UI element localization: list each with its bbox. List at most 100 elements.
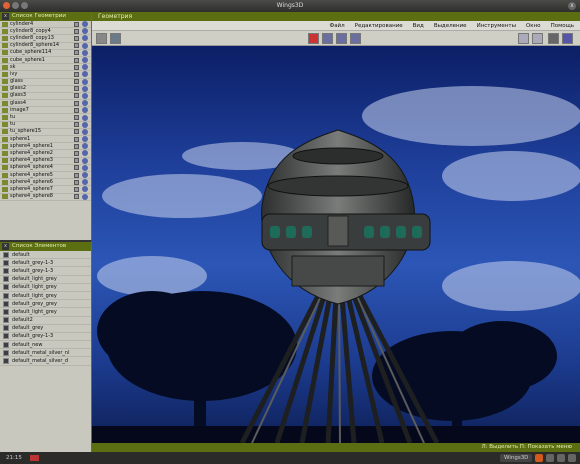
material-list-item[interactable]: default_grey_grey — [0, 300, 91, 309]
lock-icon[interactable] — [74, 35, 79, 41]
lock-icon[interactable] — [74, 122, 79, 128]
menu-item[interactable]: Выделение — [434, 21, 467, 30]
view-icon[interactable] — [96, 33, 107, 44]
geometry-list-title: x Список Геометрии — [0, 12, 91, 21]
visibility-eye-icon[interactable] — [82, 136, 88, 143]
material-item-label: default_metal_silver_d — [12, 358, 69, 365]
lock-icon[interactable] — [74, 172, 79, 178]
visibility-eye-icon[interactable] — [82, 150, 88, 157]
geometry-list-item[interactable]: sphere4_sphere8 — [0, 193, 91, 201]
lock-icon[interactable] — [74, 21, 79, 27]
lock-icon[interactable] — [74, 79, 79, 85]
visibility-eye-icon[interactable] — [82, 121, 88, 128]
menu-item[interactable]: Файл — [329, 21, 344, 30]
lock-icon[interactable] — [74, 64, 79, 70]
material-list-item[interactable]: default_light_grey — [0, 292, 91, 301]
network-icon[interactable] — [546, 454, 554, 462]
visibility-eye-icon[interactable] — [82, 107, 88, 114]
menu-item[interactable]: Окно — [526, 21, 541, 30]
visibility-eye-icon[interactable] — [82, 42, 88, 49]
visibility-eye-icon[interactable] — [82, 157, 88, 164]
lock-icon[interactable] — [74, 71, 79, 77]
lock-icon[interactable] — [74, 129, 79, 135]
window-close-button[interactable] — [3, 2, 10, 9]
perspective-icon[interactable] — [548, 33, 559, 44]
visibility-eye-icon[interactable] — [82, 114, 88, 121]
material-list-item[interactable]: default_grey-1-3 — [0, 267, 91, 276]
visibility-eye-icon[interactable] — [82, 85, 88, 92]
back-arrow-icon[interactable] — [518, 33, 529, 44]
lock-icon[interactable] — [74, 136, 79, 142]
firefox-icon[interactable] — [535, 454, 543, 462]
material-list-item[interactable]: default — [0, 251, 91, 260]
lock-icon[interactable] — [74, 28, 79, 34]
lock-icon[interactable] — [74, 186, 79, 192]
visibility-eye-icon[interactable] — [82, 179, 88, 186]
lock-icon[interactable] — [74, 194, 79, 200]
visibility-eye-icon[interactable] — [82, 172, 88, 179]
lock-icon[interactable] — [74, 165, 79, 171]
geometry-item-label: sphere4_sphere1 — [10, 142, 53, 149]
menu-item[interactable]: Инструменты — [477, 21, 516, 30]
vertex-mode-icon[interactable] — [308, 33, 319, 44]
visibility-eye-icon[interactable] — [82, 64, 88, 71]
keyboard-layout-icon[interactable] — [30, 455, 39, 461]
visibility-eye-icon[interactable] — [82, 28, 88, 35]
shade-icon[interactable] — [110, 33, 121, 44]
lock-icon[interactable] — [74, 115, 79, 121]
menu-item[interactable]: Помощь — [551, 21, 574, 30]
visibility-eye-icon[interactable] — [82, 57, 88, 64]
material-list-item[interactable]: default_grey-1-3 — [0, 259, 91, 268]
panel-close-icon[interactable]: x — [2, 243, 9, 250]
lock-icon[interactable] — [74, 100, 79, 106]
lock-icon[interactable] — [74, 50, 79, 56]
lock-icon[interactable] — [74, 158, 79, 164]
material-list-item[interactable]: default_light_grey — [0, 276, 91, 284]
visibility-eye-icon[interactable] — [82, 128, 88, 135]
forward-arrow-icon[interactable] — [532, 33, 543, 44]
material-list-item[interactable]: default_metal_silver_nl — [0, 349, 91, 358]
edge-mode-icon[interactable] — [322, 33, 333, 44]
visibility-eye-icon[interactable] — [82, 193, 88, 200]
visibility-eye-icon[interactable] — [82, 92, 88, 99]
visibility-eye-icon[interactable] — [82, 164, 88, 171]
face-mode-icon[interactable] — [336, 33, 347, 44]
lock-icon[interactable] — [74, 93, 79, 99]
visibility-eye-icon[interactable] — [82, 21, 88, 28]
taskbar-task-wings3d[interactable]: Wings3D — [500, 454, 533, 462]
object-icon — [2, 115, 8, 121]
visibility-eye-icon[interactable] — [82, 49, 88, 56]
menu-item[interactable]: Вид — [413, 21, 424, 30]
body-mode-icon[interactable] — [350, 33, 361, 44]
material-list-item[interactable]: default_grey — [0, 325, 91, 333]
power-icon[interactable] — [568, 454, 576, 462]
visibility-eye-icon[interactable] — [82, 186, 88, 193]
visibility-eye-icon[interactable] — [82, 100, 88, 107]
window-maximize-button[interactable] — [21, 2, 28, 9]
camera-icon[interactable] — [562, 33, 573, 44]
3d-viewport[interactable] — [92, 46, 580, 443]
panel-close-icon[interactable]: x — [2, 13, 9, 20]
material-list-item[interactable]: default_new — [0, 341, 91, 350]
lock-icon[interactable] — [74, 150, 79, 156]
visibility-eye-icon[interactable] — [82, 35, 88, 42]
visibility-eye-icon[interactable] — [82, 78, 88, 85]
lock-icon[interactable] — [74, 179, 79, 185]
material-list-item[interactable]: default_light_grey — [0, 308, 91, 317]
material-swatch-icon — [3, 341, 9, 348]
lock-icon[interactable] — [74, 57, 79, 63]
window-minimize-button[interactable] — [12, 2, 19, 9]
material-list-item[interactable]: default_metal_silver_d — [0, 357, 91, 366]
lock-icon[interactable] — [74, 43, 79, 49]
close-icon[interactable]: x — [568, 2, 576, 10]
visibility-eye-icon[interactable] — [82, 71, 88, 78]
material-list-item[interactable]: default_light_grey — [0, 284, 91, 292]
menu-item[interactable]: Редактирование — [355, 21, 403, 30]
visibility-eye-icon[interactable] — [82, 143, 88, 150]
lock-icon[interactable] — [74, 86, 79, 92]
material-list-item[interactable]: default2 — [0, 317, 91, 325]
material-list-item[interactable]: default_grey-1-3 — [0, 333, 91, 342]
volume-icon[interactable] — [557, 454, 565, 462]
lock-icon[interactable] — [74, 107, 79, 113]
lock-icon[interactable] — [74, 143, 79, 149]
